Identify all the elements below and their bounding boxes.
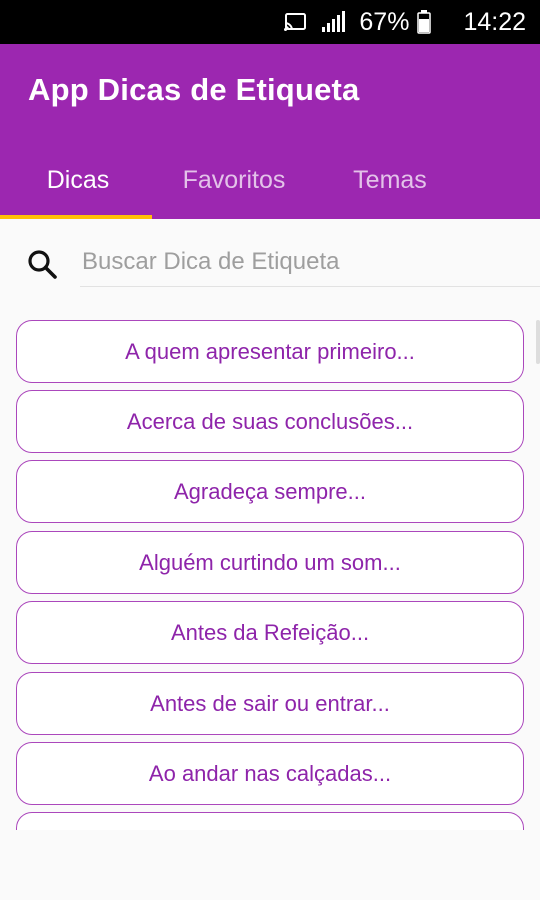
tip-button[interactable]: Antes da Refeição... xyxy=(16,601,524,664)
cast-icon xyxy=(283,12,307,32)
tip-label: Acerca de suas conclusões... xyxy=(126,408,414,434)
search-bar xyxy=(0,238,540,298)
tip-button[interactable]: Antes de sair ou entrar... xyxy=(16,672,524,735)
tips-list: A quem apresentar primeiro... Acerca de … xyxy=(0,320,540,830)
battery-icon xyxy=(417,10,432,34)
tip-label: Ao andar nas calçadas... xyxy=(148,760,392,786)
status-time: 14:22 xyxy=(463,7,526,36)
signal-icon xyxy=(321,11,346,33)
tip-button[interactable]: Acerca de suas conclusões... xyxy=(16,390,524,453)
tab-temas[interactable]: Temas xyxy=(312,144,468,219)
tab-label: Dicas xyxy=(46,166,110,194)
tip-label: Antes da Refeição... xyxy=(170,619,370,645)
battery-percent: 67% xyxy=(359,7,410,36)
tab-favoritos[interactable]: Favoritos xyxy=(156,144,312,219)
tab-label: Favoritos xyxy=(182,166,286,194)
tip-label: Agradeça sempre... xyxy=(174,478,366,504)
tip-button[interactable]: A quem apresentar primeiro... xyxy=(16,320,524,383)
status-bar: 67% 14:22 xyxy=(0,0,540,44)
search-input[interactable] xyxy=(80,244,540,287)
tip-button[interactable]: Ao andar nas calçadas... xyxy=(16,742,524,805)
scrollbar-thumb[interactable] xyxy=(536,320,540,364)
tip-label: A quem apresentar primeiro... xyxy=(125,338,415,364)
tab-bar: Dicas Favoritos Temas xyxy=(0,144,540,219)
tip-button-partial[interactable] xyxy=(16,812,524,830)
tip-label: Antes de sair ou entrar... xyxy=(150,690,390,716)
tab-label: Temas xyxy=(353,166,427,194)
tip-label: Alguém curtindo um som... xyxy=(139,549,401,575)
app-bar: App Dicas de Etiqueta Dicas Favoritos Te… xyxy=(0,44,540,219)
search-icon[interactable] xyxy=(26,248,60,282)
app-title: App Dicas de Etiqueta xyxy=(28,72,360,107)
tip-button[interactable]: Agradeça sempre... xyxy=(16,460,524,523)
tip-button[interactable]: Alguém curtindo um som... xyxy=(16,531,524,594)
tab-dicas[interactable]: Dicas xyxy=(0,144,156,219)
